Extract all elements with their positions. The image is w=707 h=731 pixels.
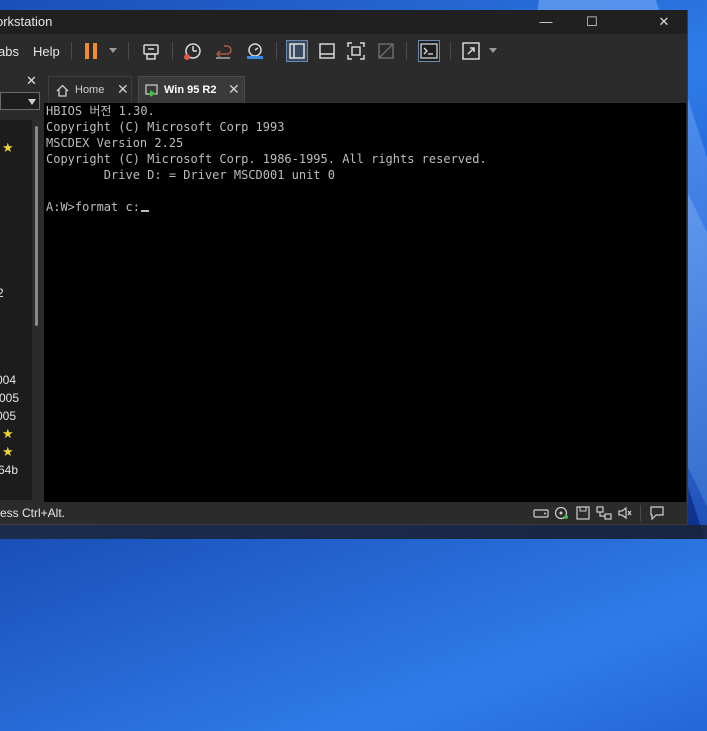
tab-home[interactable]: Home ✕	[48, 76, 132, 104]
vm-console-screen[interactable]: HBIOS 버전 1.30. Copyright (C) Microsoft C…	[44, 103, 686, 512]
toolbar-separator	[172, 42, 173, 60]
stretch-guest-icon[interactable]	[460, 40, 482, 62]
console-prompt-line: A:W>format c:	[46, 199, 149, 215]
console-line: HBIOS 버전 1.30.	[46, 104, 155, 118]
console-view-icon[interactable]	[418, 40, 440, 62]
favorite-star-icon: ★	[2, 140, 14, 155]
message-log-icon[interactable]	[649, 506, 665, 521]
maximize-button[interactable]: ☐	[569, 10, 615, 34]
close-tab-button[interactable]: ✕	[117, 81, 129, 98]
fullscreen-icon[interactable]	[345, 40, 367, 62]
console-prompt: A:W>format c:	[46, 200, 140, 214]
unity-icon	[375, 40, 397, 62]
taskbar	[0, 525, 707, 539]
home-icon	[56, 84, 69, 102]
library-panel: ✕ ★ 2 004 005 005 ★ ★ 64b	[0, 70, 42, 502]
tab-win95-r2[interactable]: Win 95 R2 ✕	[138, 76, 245, 104]
library-scrollbar[interactable]	[32, 120, 42, 500]
chevron-down-icon	[28, 99, 36, 105]
favorite-star-icon: ★	[2, 444, 14, 459]
tree-item[interactable]: 005	[0, 409, 16, 423]
tab-label: Win 95 R2	[164, 84, 217, 96]
scrollbar-thumb[interactable]	[35, 126, 38, 326]
console-line: Copyright (C) Microsoft Corp. 1986-1995.…	[46, 152, 487, 166]
status-bar: ress Ctrl+Alt.	[0, 502, 687, 524]
tree-item[interactable]: 004	[0, 373, 16, 387]
close-window-button[interactable]: ✕	[641, 10, 687, 34]
hard-disk-icon[interactable]	[533, 506, 549, 520]
console-line: Copyright (C) Microsoft Corp 1993	[46, 120, 285, 134]
tree-fragment: 2	[0, 286, 4, 300]
library-tree[interactable]: ★ 2 004 005 005 ★ ★ 64b	[0, 120, 32, 500]
vm-running-icon	[145, 84, 159, 103]
send-ctrl-alt-del-icon[interactable]	[140, 40, 162, 62]
menu-help[interactable]: Help	[33, 44, 60, 59]
menu-toolbar: abs Help	[0, 36, 687, 66]
toolbar-separator	[71, 42, 72, 60]
title-bar[interactable]: orkstation — ☐ ✕	[0, 10, 687, 34]
library-filter-select[interactable]	[0, 92, 40, 110]
window-title: orkstation	[0, 14, 53, 29]
pause-icon[interactable]	[80, 40, 102, 62]
cd-dvd-icon[interactable]	[554, 506, 570, 520]
show-library-icon[interactable]	[286, 40, 308, 62]
chevron-down-icon[interactable]	[109, 48, 117, 53]
menu-tabs[interactable]: abs	[0, 44, 19, 59]
sound-icon[interactable]	[617, 506, 633, 520]
close-tab-button[interactable]: ✕	[228, 81, 240, 98]
tree-item[interactable]: 005	[0, 391, 19, 405]
network-adapter-icon[interactable]	[596, 506, 612, 520]
tab-label: Home	[75, 84, 105, 96]
thumbnail-bar-icon[interactable]	[316, 40, 338, 62]
toolbar-separator	[276, 42, 277, 60]
minimize-button[interactable]: —	[523, 10, 569, 34]
snapshot-manager-icon[interactable]	[244, 40, 266, 62]
chevron-down-icon[interactable]	[489, 48, 497, 53]
status-separator	[640, 505, 641, 521]
favorite-star-icon: ★	[2, 426, 14, 441]
console-line: MSCDEX Version 2.25	[46, 136, 184, 150]
tree-item[interactable]: 64b	[0, 463, 18, 477]
console-line: Drive D: = Driver MSCD001 unit 0	[46, 168, 335, 182]
status-message: ress Ctrl+Alt.	[0, 506, 66, 520]
library-close-button[interactable]: ✕	[26, 73, 37, 89]
floppy-icon[interactable]	[575, 506, 591, 520]
toolbar-separator	[406, 42, 407, 60]
vmware-window: orkstation — ☐ ✕ abs Help ✕ ★ 2 04 005 0…	[0, 10, 688, 525]
toolbar-separator	[128, 42, 129, 60]
toolbar-separator	[450, 42, 451, 60]
revert-snapshot-icon[interactable]	[212, 40, 234, 62]
snapshot-icon[interactable]	[182, 40, 204, 62]
text-cursor	[140, 210, 149, 212]
